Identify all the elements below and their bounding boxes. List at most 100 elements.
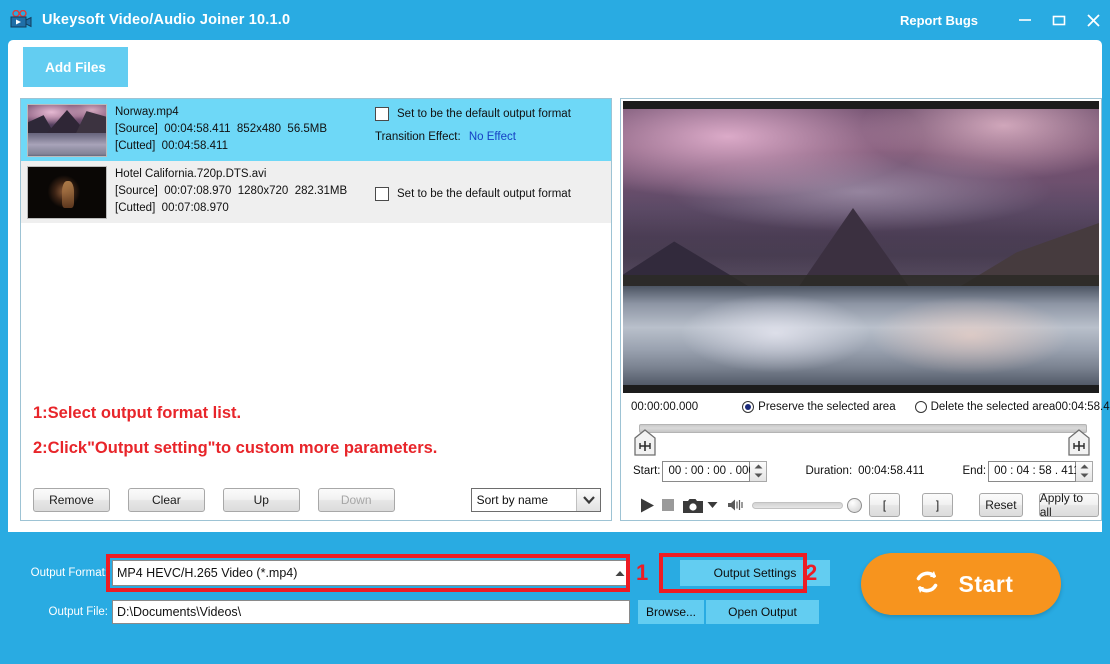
browse-button[interactable]: Browse... [638, 600, 704, 624]
window-title: Ukeysoft Video/Audio Joiner 10.1.0 [42, 12, 291, 28]
default-format-row[interactable]: Set to be the default output format [375, 187, 605, 201]
file-thumbnail [27, 166, 107, 219]
trim-timeline-track[interactable] [639, 424, 1087, 433]
move-down-button[interactable]: Down [317, 488, 395, 512]
open-output-button[interactable]: Open Output [706, 600, 819, 624]
mark-in-button[interactable]: [ [868, 493, 900, 517]
refresh-icon [909, 564, 945, 605]
volume-slider-knob[interactable] [847, 497, 862, 513]
annotation-number-2: 2 [805, 560, 818, 585]
main-content-card: Add Files Norway.mp4 [Source] 00:04:58.4… [8, 40, 1110, 532]
chevron-down-icon[interactable] [707, 501, 718, 509]
delete-area-label: Delete the selected area [930, 401, 1056, 413]
chevron-down-icon[interactable] [576, 489, 601, 511]
camera-icon[interactable] [683, 498, 703, 513]
default-format-checkbox[interactable] [375, 107, 389, 121]
output-file-input[interactable]: D:\Documents\Videos\ [112, 600, 630, 624]
stop-icon[interactable] [661, 498, 675, 512]
source-resolution: 1280x720 [237, 185, 289, 197]
annotation-hints: 1:Select output format list. 2:Click"Out… [33, 405, 593, 474]
file-cut-meta: [Cutted] 00:04:58.411 [115, 138, 375, 155]
spin-down-icon[interactable] [750, 471, 766, 481]
file-info: Norway.mp4 [Source] 00:04:58.411 852x480… [115, 104, 375, 155]
play-icon[interactable] [639, 497, 656, 514]
spin-up-icon[interactable] [1076, 462, 1092, 472]
preserve-area-radio[interactable]: Preserve the selected area [742, 401, 896, 413]
transition-effect-row: Transition Effect: No Effect [375, 131, 605, 143]
move-up-button[interactable]: Up [222, 488, 300, 512]
minimize-icon[interactable] [1008, 0, 1042, 40]
spin-down-icon[interactable] [1076, 471, 1092, 481]
end-time-input[interactable]: 00 : 04 : 58 . 411 [988, 460, 1080, 482]
table-row[interactable]: Hotel California.720p.DTS.avi [Source] 0… [21, 161, 611, 223]
file-source-meta: [Source] 00:07:08.970 1280x720 282.31MB [115, 183, 375, 200]
spin-up-icon[interactable] [750, 462, 766, 472]
trim-handle-right[interactable] [1067, 429, 1091, 457]
cut-label: [Cutted] [115, 202, 156, 214]
trim-handle-left[interactable] [633, 429, 657, 457]
selection-mode-row: 00:00:00.000 Preserve the selected area … [623, 397, 1110, 417]
transition-label: Transition Effect: [375, 131, 461, 143]
titlebar-actions: Report Bugs [900, 0, 1110, 40]
source-resolution: 852x480 [236, 123, 282, 135]
annotation-box-settings [659, 553, 807, 593]
transition-value-link[interactable]: No Effect [469, 131, 516, 143]
start-button-label: Start [958, 570, 1014, 597]
default-format-checkbox[interactable] [375, 187, 389, 201]
annotation-box-format [106, 554, 630, 592]
clear-button[interactable]: Clear [127, 488, 205, 512]
cut-duration: 00:07:08.970 [161, 202, 229, 214]
video-preview[interactable] [623, 101, 1099, 393]
preserve-area-label: Preserve the selected area [758, 401, 896, 413]
volume-slider[interactable] [752, 497, 862, 513]
default-format-row[interactable]: Set to be the default output format [375, 107, 605, 121]
end-time-spin-buttons[interactable] [1076, 460, 1094, 482]
start-time-input[interactable]: 00 : 00 : 00 . 000 [662, 460, 755, 482]
movie-camera-icon [10, 9, 32, 30]
close-icon[interactable] [1076, 0, 1110, 40]
file-info: Hotel California.720p.DTS.avi [Source] 0… [115, 166, 375, 217]
start-time-stepper[interactable]: 00 : 00 : 00 . 000 [662, 460, 768, 482]
source-duration: 00:07:08.970 [164, 185, 232, 197]
mark-out-button[interactable]: ] [921, 493, 954, 517]
output-file-label: Output File: [48, 606, 108, 618]
end-time-stepper[interactable]: 00 : 04 : 58 . 411 [988, 460, 1094, 482]
radio-off-icon[interactable] [914, 401, 927, 413]
source-label: [Source] [115, 185, 158, 197]
maximize-icon[interactable] [1042, 0, 1076, 40]
report-bugs-link[interactable]: Report Bugs [900, 13, 978, 28]
volume-icon[interactable] [727, 498, 744, 512]
file-cut-meta: [Cutted] 00:07:08.970 [115, 200, 375, 217]
add-files-button[interactable]: Add Files [23, 47, 128, 87]
file-options: Set to be the default output format [375, 166, 605, 201]
default-format-label: Set to be the default output format [397, 108, 571, 120]
source-size: 282.31MB [294, 185, 348, 197]
preview-panel: 00:00:00.000 Preserve the selected area … [620, 98, 1110, 521]
hint-line-2: 2:Click"Output setting"to custom more pa… [33, 438, 438, 457]
radio-on-icon[interactable] [742, 401, 755, 413]
remove-button[interactable]: Remove [33, 488, 110, 512]
start-button[interactable]: Start [861, 553, 1061, 615]
player-controls-row: [ ] Reset Apply to all [623, 491, 1099, 519]
time-fields-row: Start: 00 : 00 : 00 . 000 Duration: 00:0… [623, 459, 1099, 483]
table-row[interactable]: Norway.mp4 [Source] 00:04:58.411 852x480… [21, 99, 611, 161]
delete-area-radio[interactable]: Delete the selected area [914, 401, 1056, 413]
source-size: 56.5MB [287, 123, 328, 135]
title-bar: Ukeysoft Video/Audio Joiner 10.1.0 Repor… [0, 0, 1110, 40]
timeline-end-time: 00:04:58.411 [1055, 401, 1110, 413]
file-thumbnail [27, 104, 107, 157]
cut-duration: 00:04:58.411 [161, 140, 228, 152]
reset-button[interactable]: Reset [979, 493, 1023, 517]
default-format-label: Set to be the default output format [397, 188, 571, 200]
timeline-start-time: 00:00:00.000 [631, 401, 699, 413]
file-source-meta: [Source] 00:04:58.411 852x480 56.5MB [115, 121, 375, 138]
source-label: [Source] [115, 123, 158, 135]
start-time-spin-buttons[interactable] [750, 460, 768, 482]
start-field-label: Start: [633, 465, 661, 477]
apply-to-all-button[interactable]: Apply to all [1038, 491, 1099, 519]
hint-line-1: 1:Select output format list. [33, 404, 242, 422]
file-options: Set to be the default output format Tran… [375, 104, 605, 143]
file-list-toolbar: Remove Clear Up Down Sort by name [33, 488, 602, 512]
sort-select[interactable]: Sort by name [470, 488, 602, 512]
duration-label: Duration: [805, 465, 853, 477]
